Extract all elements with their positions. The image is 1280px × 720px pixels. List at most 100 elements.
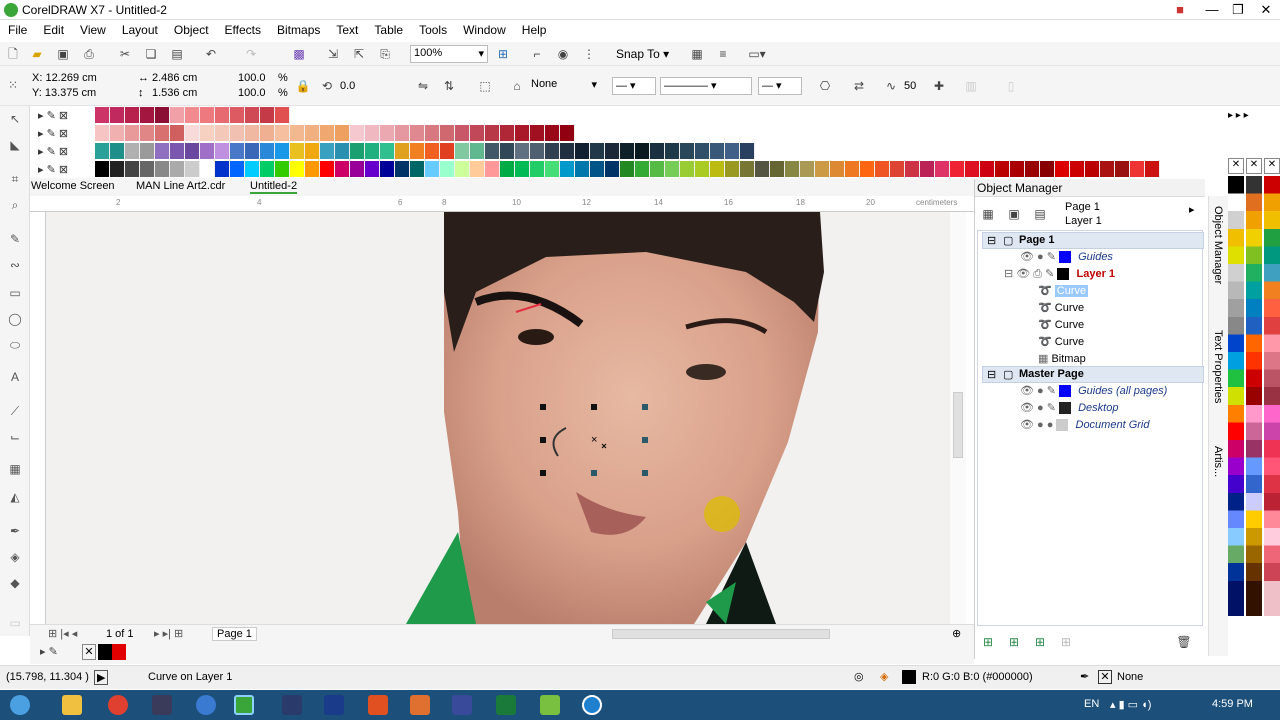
tree-item-curve[interactable]: ➰ Curve	[1038, 300, 1084, 317]
tree-guides[interactable]: 👁 ● ✎ Guides	[1020, 249, 1113, 266]
smart-fill-icon[interactable]: ◆	[6, 576, 24, 594]
no-fill-swatch[interactable]: ✕	[1246, 158, 1262, 174]
restore-button[interactable]: ❐	[1224, 0, 1252, 20]
steam-icon[interactable]	[152, 695, 172, 715]
palette-row-1[interactable]	[95, 107, 290, 123]
minimize-button[interactable]: —	[1198, 0, 1226, 20]
shape-tool-icon[interactable]: ◣	[6, 138, 24, 156]
page-nav-buttons[interactable]: ⊞ |◂ ◂	[48, 627, 77, 640]
vertical-scrollbar[interactable]	[950, 212, 966, 624]
layer-manager-icon[interactable]: ▣	[1005, 205, 1023, 223]
crop-tool-icon[interactable]: ⌗	[6, 172, 24, 190]
tab-man-line-art[interactable]: MAN Line Art2.cdr	[136, 180, 225, 194]
grid-icon[interactable]: ◉	[554, 45, 572, 63]
publish-pdf-icon[interactable]: ⎘	[376, 45, 394, 63]
parallel-dimension-icon[interactable]: ⟋	[6, 404, 24, 422]
toolbox-expand-icon[interactable]: ▭	[6, 616, 24, 634]
chrome-icon[interactable]	[108, 695, 128, 715]
menu-edit[interactable]: Edit	[35, 20, 72, 42]
tree-desktop[interactable]: 👁 ● ✎ Desktop	[1020, 400, 1118, 417]
tree-item-curve[interactable]: ➰ Curve	[1038, 334, 1084, 351]
selection-handle[interactable]	[540, 470, 546, 476]
horizontal-scroll-thumb[interactable]	[612, 629, 830, 639]
ellipse-tool-icon[interactable]: ◯	[6, 312, 24, 330]
mirror-vertical-icon[interactable]: ⇅	[440, 77, 458, 95]
transform-icon[interactable]: ⬚	[476, 77, 494, 95]
palette-row-2[interactable]	[95, 125, 575, 141]
lock-ratio-icon[interactable]: 🔒	[294, 77, 312, 95]
add-icon[interactable]: ✚	[930, 77, 948, 95]
menu-window[interactable]: Window	[455, 20, 514, 42]
browser-icon[interactable]	[196, 695, 216, 715]
selection-center-icon[interactable]: ×	[591, 435, 601, 446]
page-tab[interactable]: Page 1	[212, 627, 257, 641]
app-icon[interactable]	[452, 695, 472, 715]
doc-palette-arrows[interactable]: ▸ ✎	[40, 645, 58, 658]
no-fill-swatch[interactable]: ✕	[1228, 158, 1244, 174]
print-icon[interactable]: ⎙	[80, 45, 98, 63]
line-style-select[interactable]: ———— ▾	[660, 77, 752, 95]
scale-x[interactable]: 100.0	[238, 72, 266, 84]
drop-shadow-icon[interactable]: ▦	[6, 462, 24, 480]
menu-view[interactable]: View	[72, 20, 114, 42]
flyout-arrow-icon[interactable]: ▸	[1189, 203, 1195, 216]
pick-tool-icon[interactable]: ↖	[6, 112, 24, 130]
palette-column-2[interactable]	[1246, 176, 1262, 616]
tree-item-curve-selected[interactable]: ➰ Curve	[1038, 283, 1089, 300]
palette-column-3[interactable]	[1264, 176, 1280, 616]
rotation-angle[interactable]: 0.0	[340, 80, 355, 92]
app-icon[interactable]	[540, 695, 560, 715]
excel-icon[interactable]	[496, 695, 516, 715]
doc-swatch-red[interactable]	[112, 644, 126, 660]
user-icon[interactable]: ■	[1166, 0, 1194, 20]
bitmap-photo[interactable]	[46, 212, 950, 624]
menu-tools[interactable]: Tools	[411, 20, 455, 42]
coreldraw-taskbar-icon[interactable]	[234, 695, 254, 715]
doc-swatch-black[interactable]	[98, 644, 112, 660]
tree-page-1[interactable]: ⊟ ▢ Page 1	[982, 232, 1204, 249]
app-icon[interactable]	[282, 695, 302, 715]
menu-object[interactable]: Object	[166, 20, 217, 42]
delete-icon[interactable]: 🗑	[1175, 633, 1193, 651]
paste-icon[interactable]: ▤	[168, 45, 186, 63]
selection-handle[interactable]	[642, 404, 648, 410]
collapse-icon[interactable]: ⊟	[987, 368, 996, 381]
connector-tool-icon[interactable]: ⌙	[6, 430, 24, 448]
guidelines-icon[interactable]: ⋮	[580, 45, 598, 63]
horizontal-ruler[interactable]: 2 4 6 8 10 12 14 16 18 20 centimeters	[30, 196, 974, 212]
close-button[interactable]: ✕	[1252, 0, 1280, 20]
tab-untitled-2[interactable]: Untitled-2	[250, 180, 298, 194]
import-icon[interactable]: ⇲	[324, 45, 342, 63]
freehand-tool-icon[interactable]: ✎	[6, 232, 24, 250]
right-color-palette[interactable]: ✕ ✕ ✕	[1228, 158, 1280, 628]
new-master-layer-icon[interactable]: ⊞	[1005, 633, 1023, 651]
tab-welcome-screen[interactable]: Welcome Screen	[31, 180, 115, 194]
menu-file[interactable]: File	[0, 20, 35, 42]
page-next-buttons[interactable]: ▸ ▸| ⊞	[154, 627, 183, 640]
zoom-level-select[interactable]: 100% ▾	[410, 45, 488, 63]
palette-arrows[interactable]: ▸ ✎ ⊠	[38, 109, 68, 122]
text-tool-icon[interactable]: A	[6, 370, 24, 388]
polygon-tool-icon[interactable]: ⬭	[6, 338, 24, 356]
palette-row-3[interactable]	[95, 143, 755, 159]
collapse-icon[interactable]: ⊟	[987, 234, 996, 247]
position-y[interactable]: Y: 13.375 cm	[32, 87, 96, 99]
copy-icon[interactable]: ❏	[142, 45, 160, 63]
position-x[interactable]: X: 12.269 cm	[32, 72, 97, 84]
eyedropper-icon[interactable]: ✒	[6, 524, 24, 542]
launch-dropdown-icon[interactable]: ▭▾	[748, 45, 766, 63]
save-icon[interactable]: ▣	[54, 45, 72, 63]
palette-arrows[interactable]: ▸ ✎ ⊠	[38, 127, 68, 140]
object-width[interactable]: 2.486 cm	[152, 72, 197, 84]
side-tab-object-manager[interactable]: Object Manager	[1212, 206, 1224, 284]
app-icon[interactable]	[410, 695, 430, 715]
new-master-layer-odd-icon[interactable]: ⊞	[1057, 633, 1075, 651]
transparency-icon[interactable]: ◭	[6, 490, 24, 508]
language-indicator[interactable]: EN	[1084, 698, 1099, 710]
search-content-icon[interactable]: ▩	[290, 45, 308, 63]
menu-effects[interactable]: Effects	[217, 20, 269, 42]
tree-guides-all[interactable]: 👁 ● ✎ Guides (all pages)	[1020, 383, 1167, 400]
palette-row-4[interactable]	[95, 161, 1160, 177]
selection-handle[interactable]	[540, 404, 546, 410]
undo-icon[interactable]: ↶	[202, 45, 220, 63]
